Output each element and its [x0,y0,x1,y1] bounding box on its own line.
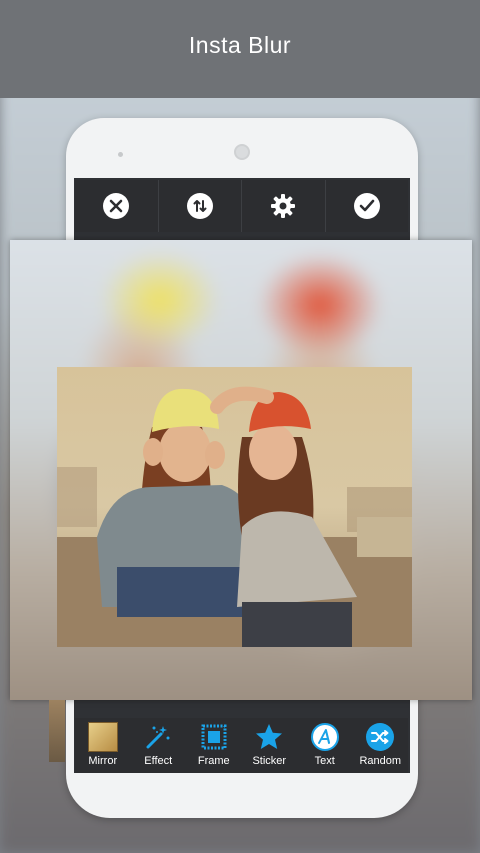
shuffle-icon [365,722,395,752]
bottom-menu: Mirror Effect Frame Sticker Text Random [75,718,408,773]
text-a-icon [310,722,340,752]
menu-item-random[interactable]: Random [353,718,409,773]
menu-item-label: Random [359,755,402,767]
editing-canvas[interactable] [10,240,472,700]
magic-wand-icon [143,722,173,752]
app-header: Insta Blur [0,0,480,98]
close-icon [103,193,130,219]
phone-sensor [118,152,123,157]
confirm-button[interactable] [326,180,409,232]
menu-item-effect[interactable]: Effect [131,718,187,773]
gear-icon [271,194,296,218]
main-photo[interactable] [57,367,412,647]
app-title: Insta Blur [188,31,292,58]
menu-item-label: Effect [144,755,173,767]
check-icon [353,193,380,219]
swap-button[interactable] [159,180,242,232]
settings-button[interactable] [242,180,326,232]
swap-vertical-icon [186,193,213,219]
top-toolbar [75,180,408,232]
menu-item-sticker[interactable]: Sticker [242,718,298,773]
menu-item-text[interactable]: Text [297,718,353,773]
menu-item-mirror[interactable]: Mirror [75,718,131,773]
close-button[interactable] [75,180,159,232]
menu-item-label: Mirror [88,755,118,767]
frame-icon [199,722,229,752]
menu-item-frame[interactable]: Frame [186,718,242,773]
star-icon [254,722,284,752]
phone-camera [234,144,250,160]
mirror-thumbnail-icon [87,722,118,752]
menu-item-label: Frame [197,755,230,767]
menu-item-label: Text [314,755,335,767]
previous-photo-strip [49,700,65,762]
menu-item-label: Sticker [252,755,287,767]
